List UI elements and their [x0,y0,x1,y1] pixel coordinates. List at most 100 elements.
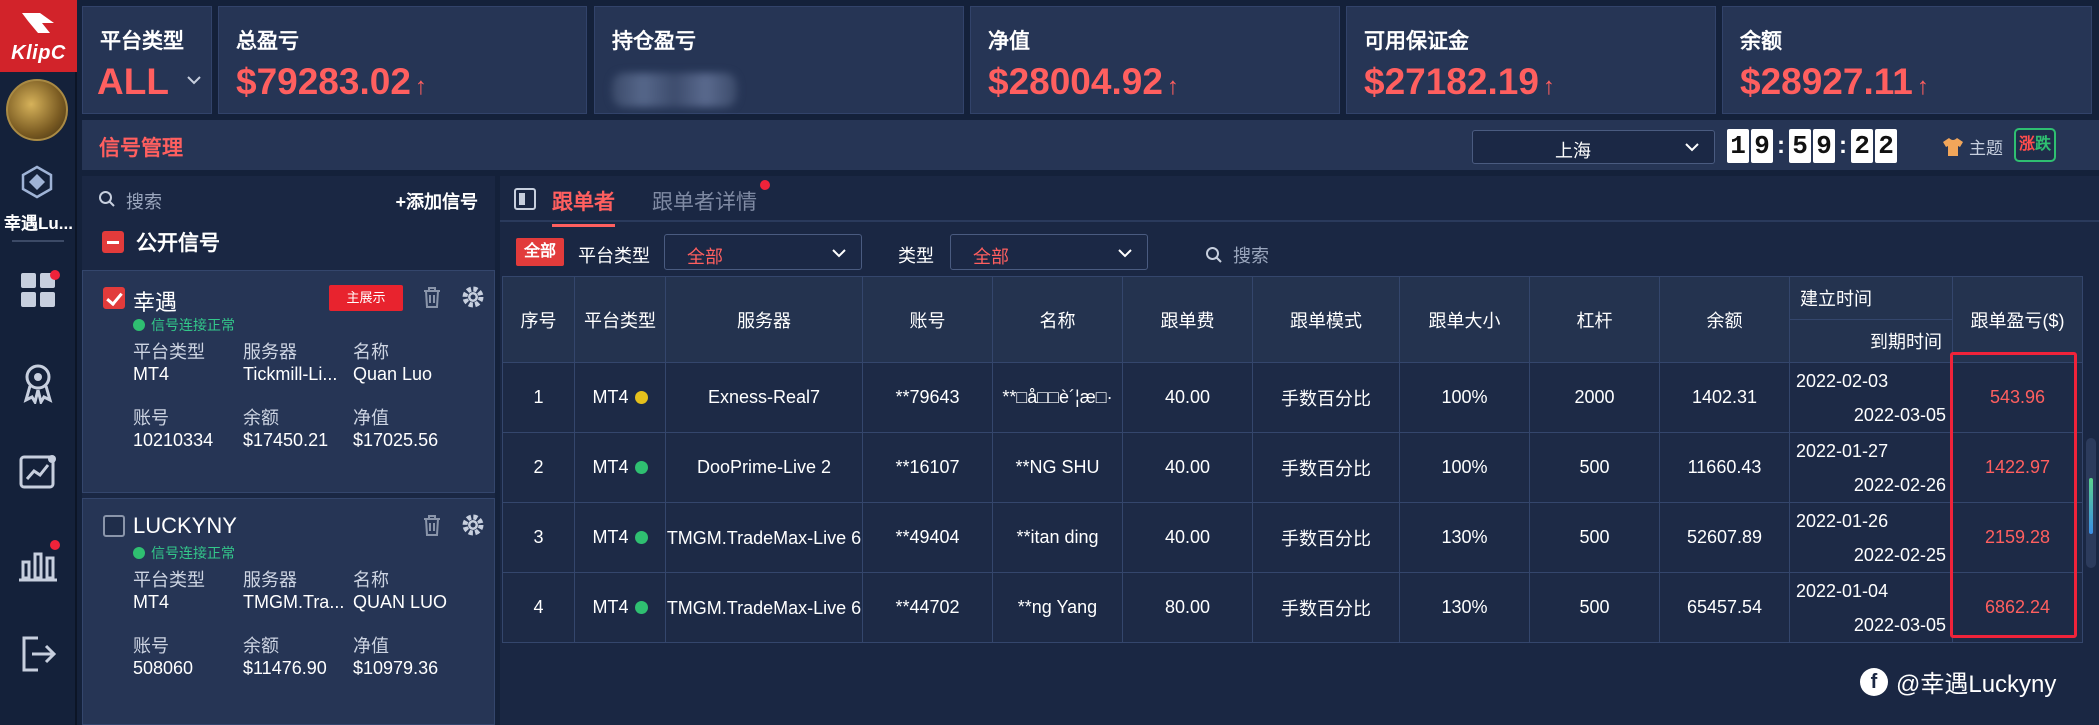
followers-table: 序号 平台类型 服务器 账号 名称 跟单费 跟单模式 跟单大小 杠杆 余额 建立… [502,276,2083,643]
table-row[interactable]: 4 MT4 TMGM.TradeMax-Live 6 **44702 **ng … [502,572,2083,643]
cell-platform: MT4 [574,362,666,433]
filter-platform-value: 全部 [687,247,723,267]
cell-dates: 2022-02-03 2022-03-05 [1789,362,1953,433]
primary-display-badge[interactable]: 主展示 [329,285,403,311]
signal-equity: 净值 $10979.36 [353,636,439,678]
sidebar-toggle-icon[interactable] [514,188,536,210]
status-dot-icon [133,547,145,559]
scrollbar-thumb[interactable] [2089,478,2093,534]
signal-balance: 余额 $17450.21 [243,408,329,450]
total-pnl-value: $79283.02 ↑ [236,61,427,102]
free-margin-value: $27182.19 ↑ [1364,61,1555,102]
filter-type-select[interactable]: 全部 [950,234,1148,270]
signal-platform: 平台类型 MT4 [133,570,205,612]
page-header: 信号管理 上海 1 9 : 5 9 : 2 2 主题 涨跌 [82,120,2099,170]
cell-server: Exness-Real7 [665,362,863,433]
nav-dashboard[interactable] [16,268,60,312]
line-chart-icon [19,455,56,489]
cell-fee: 80.00 [1122,572,1253,643]
collapse-minus-icon[interactable] [102,231,124,253]
signal-checkbox[interactable] [103,515,125,537]
signal-holder-name: 名称 QUAN LUO [353,570,448,612]
detail-notify-dot [760,180,770,190]
add-signal-button[interactable]: +添加信号 [395,188,478,214]
cell-pnl: 543.96 [1952,362,2083,433]
stat-card-platform[interactable]: 平台类型 ALL [82,6,212,114]
signal-status: 信号连接正常 [133,543,235,563]
table-row[interactable]: 2 MT4 DooPrime-Live 2 **16107 **NG SHU 4… [502,432,2083,503]
user-avatar[interactable] [6,79,68,141]
signal-name: 幸遇 [133,290,178,315]
cell-platform: MT4 [574,572,666,643]
nav-awards[interactable] [16,360,60,406]
public-signals-header[interactable]: 公开信号 [102,228,220,256]
platform-select-value[interactable]: ALL [97,61,169,103]
cell-index: 4 [502,572,575,643]
cell-size: 100% [1399,362,1530,433]
tshirt-icon [1943,137,1963,156]
signal-server: 服务器 TMGM.Tra... [243,570,345,612]
gear-icon[interactable] [461,285,485,309]
cell-mode: 手数百分比 [1252,432,1400,503]
follower-search-input[interactable]: 搜索 [1205,242,1269,268]
cell-dates: 2022-01-04 2022-03-05 [1789,572,1953,643]
clock-digit: 2 [1875,129,1897,163]
tab-follower-detail[interactable]: 跟单者详情 [652,186,757,216]
column-header: 平台类型 [574,276,666,363]
clock-digit: 9 [1813,129,1835,163]
column-header: 序号 [502,276,575,363]
search-icon [1206,247,1222,263]
theme-label: 主题 [1969,139,2003,158]
chevron-down-icon[interactable] [185,73,203,87]
filter-platform-select[interactable]: 全部 [664,234,862,270]
cell-leverage: 2000 [1529,362,1660,433]
facebook-icon: f [1860,667,1888,696]
up-arrow-icon: ↑ [1542,73,1555,100]
trash-icon[interactable] [421,513,443,537]
followers-panel: 跟单者 跟单者详情 全部 平台类型 全部 类型 全部 搜索 序号 平台类型 服务… [500,176,2099,725]
signal-search-input[interactable]: 搜索 [126,188,162,214]
column-header: 服务器 [665,276,863,363]
nav-statistics[interactable] [16,540,60,584]
cell-leverage: 500 [1529,432,1660,503]
signal-account: 账号 508060 [133,636,194,678]
cell-size: 100% [1399,432,1530,503]
nav-logout[interactable] [16,632,60,676]
column-header: 跟单盈亏($) [1952,276,2083,363]
cell-dates: 2022-01-27 2022-02-26 [1789,432,1953,503]
cell-account: **44702 [862,572,993,643]
filter-all-button[interactable]: 全部 [516,238,564,266]
filter-platform-label: 平台类型 [578,246,650,266]
watermark: f @幸遇Luckyny [1860,664,2056,699]
column-header[interactable]: 到期时间 [1789,319,1953,363]
column-header: 名称 [992,276,1123,363]
left-nav: KlipC 幸遇Lu... [0,0,77,725]
status-dot-icon [133,319,145,331]
nav-analytics[interactable] [16,450,60,494]
tab-followers[interactable]: 跟单者 [552,186,615,227]
cell-fee: 40.00 [1122,502,1253,573]
connection-status-dot-icon [634,461,648,474]
balance-value: $28927.11 ↑ [1740,61,1929,102]
filter-type-label: 类型 [898,246,934,266]
signal-panel: 搜索 +添加信号 公开信号 幸遇 信号连接正常 主展示 平台类型 MT4 服务器 T… [82,176,495,725]
filter-type-value: 全部 [973,247,1009,267]
brand-logo[interactable]: KlipC [0,0,77,72]
up-down-color-toggle[interactable]: 涨跌 [2014,128,2056,162]
signal-card[interactable]: 幸遇 信号连接正常 主展示 平台类型 MT4 服务器 Tickmill-Li... … [82,270,495,493]
city-select[interactable]: 上海 [1472,130,1715,164]
theme-button[interactable]: 主题 [1942,134,2003,159]
signal-account: 账号 10210334 [133,408,214,450]
user-name: 幸遇Lu... [4,214,73,233]
table-scrollbar[interactable] [2086,438,2096,568]
signal-checkbox[interactable] [103,287,125,309]
statistics-notify-dot [50,540,60,550]
gear-icon[interactable] [461,513,485,537]
balance-label: 余额 [1740,30,1782,53]
trash-icon[interactable] [421,285,443,309]
cell-server: TMGM.TradeMax-Live 6 [665,572,863,643]
table-row[interactable]: 1 MT4 Exness-Real7 **79643 **□å□□è´¦æ□· … [502,362,2083,433]
column-header[interactable]: 建立时间 [1789,276,1953,320]
signal-card[interactable]: LUCKYNY 信号连接正常 平台类型 MT4 服务器 TMGM.Tra... 名称… [82,498,495,725]
table-row[interactable]: 3 MT4 TMGM.TradeMax-Live 6 **49404 **ita… [502,502,2083,573]
